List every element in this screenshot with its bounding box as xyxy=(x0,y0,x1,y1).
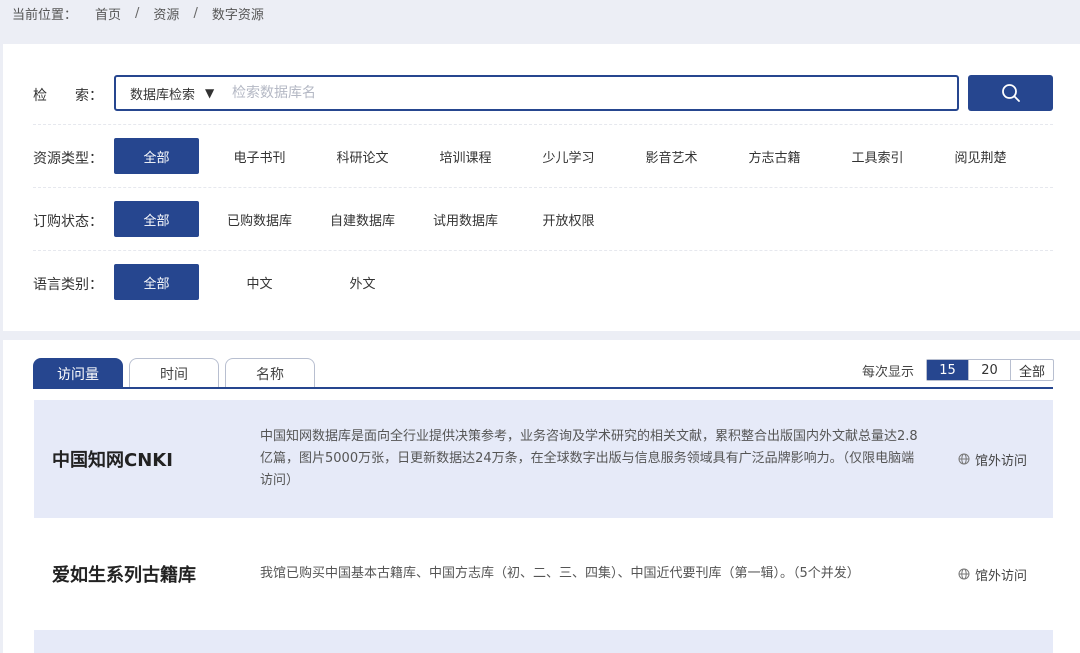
language-option-all[interactable]: 全部 xyxy=(114,264,199,300)
order-status-option[interactable]: 已购数据库 xyxy=(217,201,302,237)
order-status-option[interactable]: 开放权限 xyxy=(526,201,611,237)
per-page-option-20[interactable]: 20 xyxy=(969,360,1012,380)
order-status-filter: 订购状态： 全部 已购数据库 自建数据库 试用数据库 开放权限 xyxy=(3,201,1080,237)
resource-type-option[interactable]: 阅见荆楚 xyxy=(938,138,1023,174)
resource-type-option[interactable]: 电子书刊 xyxy=(217,138,302,174)
globe-icon xyxy=(958,568,970,580)
triangle-down-icon: ▼ xyxy=(205,86,215,100)
search-label-part-a: 检 xyxy=(33,88,47,104)
search-row: 检 索： 数据库检索 ▼ xyxy=(3,75,1080,111)
per-page-options: 15 20 全部 xyxy=(926,359,1055,381)
language-filter: 语言类别： 全部 中文 外文 xyxy=(3,264,1080,300)
divider xyxy=(33,250,1053,251)
per-page-option-15[interactable]: 15 xyxy=(927,360,970,380)
per-page-option-all[interactable]: 全部 xyxy=(1011,360,1053,380)
order-status-option[interactable]: 自建数据库 xyxy=(320,201,405,237)
resource-type-filter: 资源类型： 全部 电子书刊 科研论文 培训课程 少儿学习 影音艺术 方志古籍 工… xyxy=(3,138,1080,174)
result-description: 我馆已购买中国基本古籍库、中国方志库（初、二、三、四集）、中国近代要刊库（第一辑… xyxy=(260,566,860,581)
search-scope-select[interactable]: 数据库检索 ▼ xyxy=(116,84,232,103)
resource-type-option[interactable]: 培训课程 xyxy=(423,138,508,174)
order-status-option-all[interactable]: 全部 xyxy=(114,201,199,237)
divider xyxy=(33,187,1053,188)
result-description: 中国知网数据库是面向全行业提供决策参考，业务咨询及学术研究的相关文献，累积整合出… xyxy=(260,429,918,488)
result-title[interactable]: 爱如生系列古籍库 xyxy=(52,561,196,587)
resource-type-option-all[interactable]: 全部 xyxy=(114,138,199,174)
search-input[interactable] xyxy=(232,78,957,108)
filter-panel: 检 索： 数据库检索 ▼ 资源类型： 全部 电子书刊 科研论文 培训课程 少儿学习… xyxy=(3,44,1080,331)
search-scope-value: 数据库检索 xyxy=(130,87,196,103)
order-status-option[interactable]: 试用数据库 xyxy=(423,201,508,237)
language-option[interactable]: 中文 xyxy=(217,264,302,300)
tab-underline xyxy=(33,387,1053,389)
resource-type-label: 资源类型： xyxy=(33,151,103,167)
result-title[interactable]: 中国知网CNKI xyxy=(52,446,173,472)
offsite-access-link[interactable]: 馆外访问 xyxy=(958,450,1027,469)
results-panel: 访问量 时间 名称 每次显示 15 20 全部 中国知网CNKI 中国知网数据库… xyxy=(3,340,1080,653)
tab-time[interactable]: 时间 xyxy=(129,358,219,388)
tab-name[interactable]: 名称 xyxy=(225,358,315,388)
search-label-part-b: 索： xyxy=(75,88,103,104)
breadcrumb-resources[interactable]: 资源 xyxy=(153,4,179,23)
resource-type-option[interactable]: 工具索引 xyxy=(835,138,920,174)
breadcrumb-separator: / xyxy=(193,5,198,21)
per-page-selector: 每次显示 15 20 全部 xyxy=(862,359,1055,381)
resource-type-option[interactable]: 科研论文 xyxy=(320,138,405,174)
search-label: 检 索： xyxy=(33,85,103,105)
search-button[interactable] xyxy=(968,75,1053,111)
tab-visits[interactable]: 访问量 xyxy=(33,358,123,388)
breadcrumb-prefix: 当前位置： xyxy=(12,7,78,23)
result-row[interactable] xyxy=(34,630,1053,653)
result-row[interactable]: 爱如生系列古籍库 我馆已购买中国基本古籍库、中国方志库（初、二、三、四集）、中国… xyxy=(34,518,1053,630)
search-icon xyxy=(1001,84,1020,102)
result-row[interactable]: 中国知网CNKI 中国知网数据库是面向全行业提供决策参考，业务咨询及学术研究的相… xyxy=(34,400,1053,518)
breadcrumb-digital-resources: 数字资源 xyxy=(211,7,264,23)
resource-type-option[interactable]: 影音艺术 xyxy=(629,138,714,174)
divider xyxy=(33,124,1053,125)
breadcrumb-separator: / xyxy=(135,5,140,21)
globe-icon xyxy=(958,453,970,465)
language-option[interactable]: 外文 xyxy=(320,264,405,300)
resource-type-option[interactable]: 少儿学习 xyxy=(526,138,611,174)
resource-type-option[interactable]: 方志古籍 xyxy=(732,138,817,174)
breadcrumb-home[interactable]: 首页 xyxy=(95,4,121,23)
breadcrumb: 当前位置： 首页 / 资源 / 数字资源 xyxy=(0,0,1080,35)
offsite-access-link[interactable]: 馆外访问 xyxy=(958,565,1027,584)
offsite-access-label: 馆外访问 xyxy=(975,568,1028,584)
search-box: 数据库检索 ▼ xyxy=(114,75,959,111)
offsite-access-label: 馆外访问 xyxy=(975,453,1028,469)
language-label: 语言类别： xyxy=(33,277,103,293)
sort-tabs: 访问量 时间 名称 xyxy=(33,358,321,388)
per-page-label: 每次显示 xyxy=(862,364,915,380)
order-status-label: 订购状态： xyxy=(33,214,103,230)
